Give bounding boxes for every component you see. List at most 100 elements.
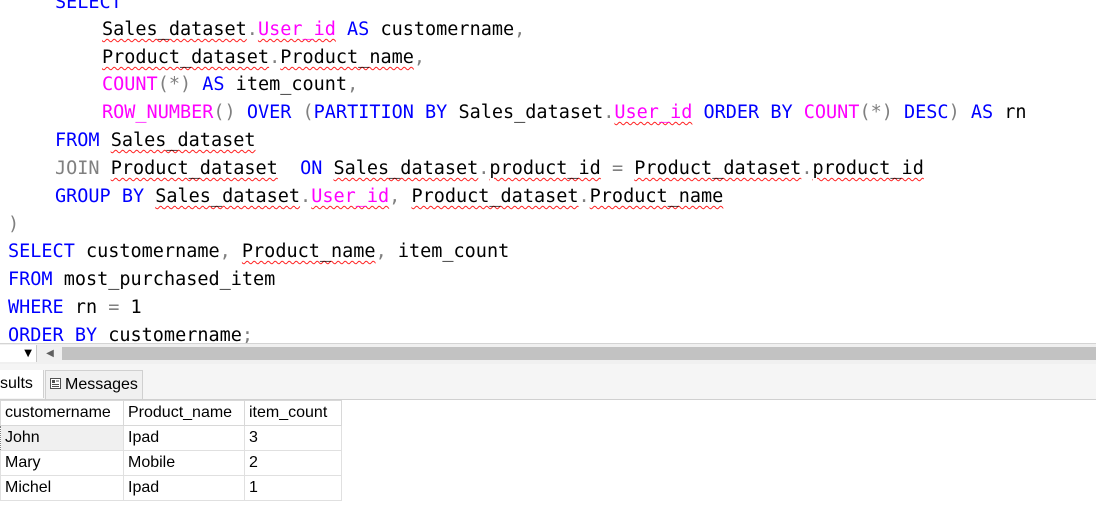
horizontal-scrollbar-row: ▼ ◀ bbox=[0, 343, 1096, 364]
code-line[interactable]: ORDER BY customername; bbox=[8, 322, 253, 343]
column-header-customername[interactable]: customername bbox=[0, 400, 124, 426]
horizontal-scroll-thumb[interactable] bbox=[62, 347, 1096, 360]
sql-editor[interactable]: SELECT Sales_dataset.User_id AS customern… bbox=[0, 0, 1096, 343]
code-token: SELECT bbox=[8, 241, 75, 262]
results-table: customername Product_name item_count Joh… bbox=[0, 400, 342, 501]
code-token: (*) bbox=[157, 74, 192, 95]
table-cell[interactable]: Mobile bbox=[123, 450, 245, 476]
code-token: JOIN bbox=[55, 158, 100, 179]
code-token: OVER bbox=[246, 102, 292, 123]
code-line[interactable]: JOIN Product_dataset ON Sales_dataset.pr… bbox=[55, 155, 924, 183]
code-token: Sales_dataset bbox=[110, 130, 256, 151]
code-token: rn bbox=[993, 102, 1027, 123]
code-token: AS bbox=[347, 19, 370, 40]
code-token: . bbox=[801, 158, 813, 179]
code-line[interactable]: COUNT(*) AS item_count, bbox=[102, 71, 358, 99]
code-line[interactable]: ROW_NUMBER() OVER (PARTITION BY Sales_da… bbox=[102, 99, 1027, 127]
code-token: FROM bbox=[8, 269, 53, 290]
code-token: customername bbox=[74, 241, 220, 262]
code-token: User_id bbox=[311, 186, 390, 207]
code-token: AS bbox=[202, 74, 225, 95]
code-line[interactable]: FROM most_purchased_item bbox=[8, 266, 275, 294]
code-token: . bbox=[269, 47, 281, 68]
table-cell[interactable]: Ipad bbox=[123, 475, 245, 501]
code-token: ; bbox=[241, 325, 254, 343]
code-token: User_id bbox=[614, 102, 693, 123]
code-line[interactable]: SELECT customername, Product_name, item_… bbox=[8, 238, 509, 266]
table-cell[interactable]: Michel bbox=[0, 475, 124, 501]
tab-messages[interactable]: Messages bbox=[45, 370, 143, 399]
code-token: DESC bbox=[904, 102, 949, 123]
table-cell[interactable]: 3 bbox=[244, 425, 342, 451]
code-token: AS bbox=[970, 102, 994, 123]
code-token: COUNT bbox=[102, 74, 158, 95]
code-token: 1 bbox=[119, 297, 142, 318]
code-line[interactable]: SELECT bbox=[55, 0, 122, 17]
code-line[interactable]: ) bbox=[8, 211, 19, 239]
code-token: = bbox=[108, 297, 120, 318]
code-token: product_id bbox=[489, 158, 601, 179]
code-line[interactable]: Sales_dataset.User_id AS customername, bbox=[102, 16, 525, 44]
code-line[interactable]: Product_dataset.Product_name, bbox=[102, 44, 425, 72]
code-token: SELECT bbox=[55, 0, 122, 13]
code-token: Product_dataset bbox=[102, 47, 270, 68]
code-token: Sales_dataset bbox=[102, 19, 247, 40]
code-token: , bbox=[389, 186, 401, 207]
code-token: . bbox=[478, 158, 490, 179]
column-header-item-count[interactable]: item_count bbox=[244, 400, 342, 426]
table-cell[interactable]: Ipad bbox=[123, 425, 245, 451]
code-token: Product_dataset bbox=[411, 186, 579, 207]
code-token: . bbox=[603, 102, 615, 123]
code-token: . bbox=[578, 186, 590, 207]
code-token: User_id bbox=[257, 19, 336, 40]
code-line[interactable]: WHERE rn = 1 bbox=[8, 294, 142, 322]
code-token: Product_name bbox=[589, 186, 724, 207]
zoom-dropdown[interactable]: ▼ bbox=[0, 345, 37, 362]
code-token: . bbox=[300, 186, 312, 207]
code-token: ) bbox=[8, 214, 20, 235]
code-token: ON bbox=[300, 158, 323, 179]
code-token: , bbox=[514, 19, 526, 40]
code-token: customername bbox=[97, 325, 242, 343]
code-token: , bbox=[347, 74, 359, 95]
results-grid: customername Product_name item_count Joh… bbox=[0, 400, 1096, 517]
scroll-left-arrow-icon[interactable]: ◀ bbox=[44, 346, 56, 362]
table-cell[interactable]: John bbox=[0, 425, 124, 451]
code-token: product_id bbox=[812, 158, 924, 179]
code-token: Product_dataset bbox=[634, 158, 802, 179]
code-line[interactable]: FROM Sales_dataset bbox=[55, 127, 256, 155]
results-tab-bar: sults Messages bbox=[0, 364, 1096, 400]
table-cell[interactable]: 2 bbox=[244, 450, 342, 476]
code-token: item_count bbox=[224, 74, 348, 95]
tab-results[interactable]: sults bbox=[0, 370, 44, 398]
code-token: Product_name bbox=[280, 47, 414, 68]
code-token: Sales_dataset bbox=[333, 158, 479, 179]
table-row: Mary Mobile 2 bbox=[0, 450, 342, 476]
table-row: Michel Ipad 1 bbox=[0, 475, 342, 501]
tab-results-label: sults bbox=[0, 375, 33, 392]
column-header-product-name[interactable]: Product_name bbox=[123, 400, 245, 426]
code-line[interactable]: GROUP BY Sales_dataset.User_id, Product_… bbox=[55, 183, 723, 211]
code-token: () bbox=[213, 102, 236, 123]
chevron-down-icon[interactable]: ▼ bbox=[24, 345, 32, 362]
code-token: , bbox=[219, 241, 231, 262]
code-token: , bbox=[413, 47, 426, 68]
table-cell[interactable]: 1 bbox=[244, 475, 342, 501]
code-token: (*) bbox=[859, 102, 893, 123]
code-token: ( bbox=[302, 102, 314, 123]
table-cell[interactable]: Mary bbox=[0, 450, 124, 476]
